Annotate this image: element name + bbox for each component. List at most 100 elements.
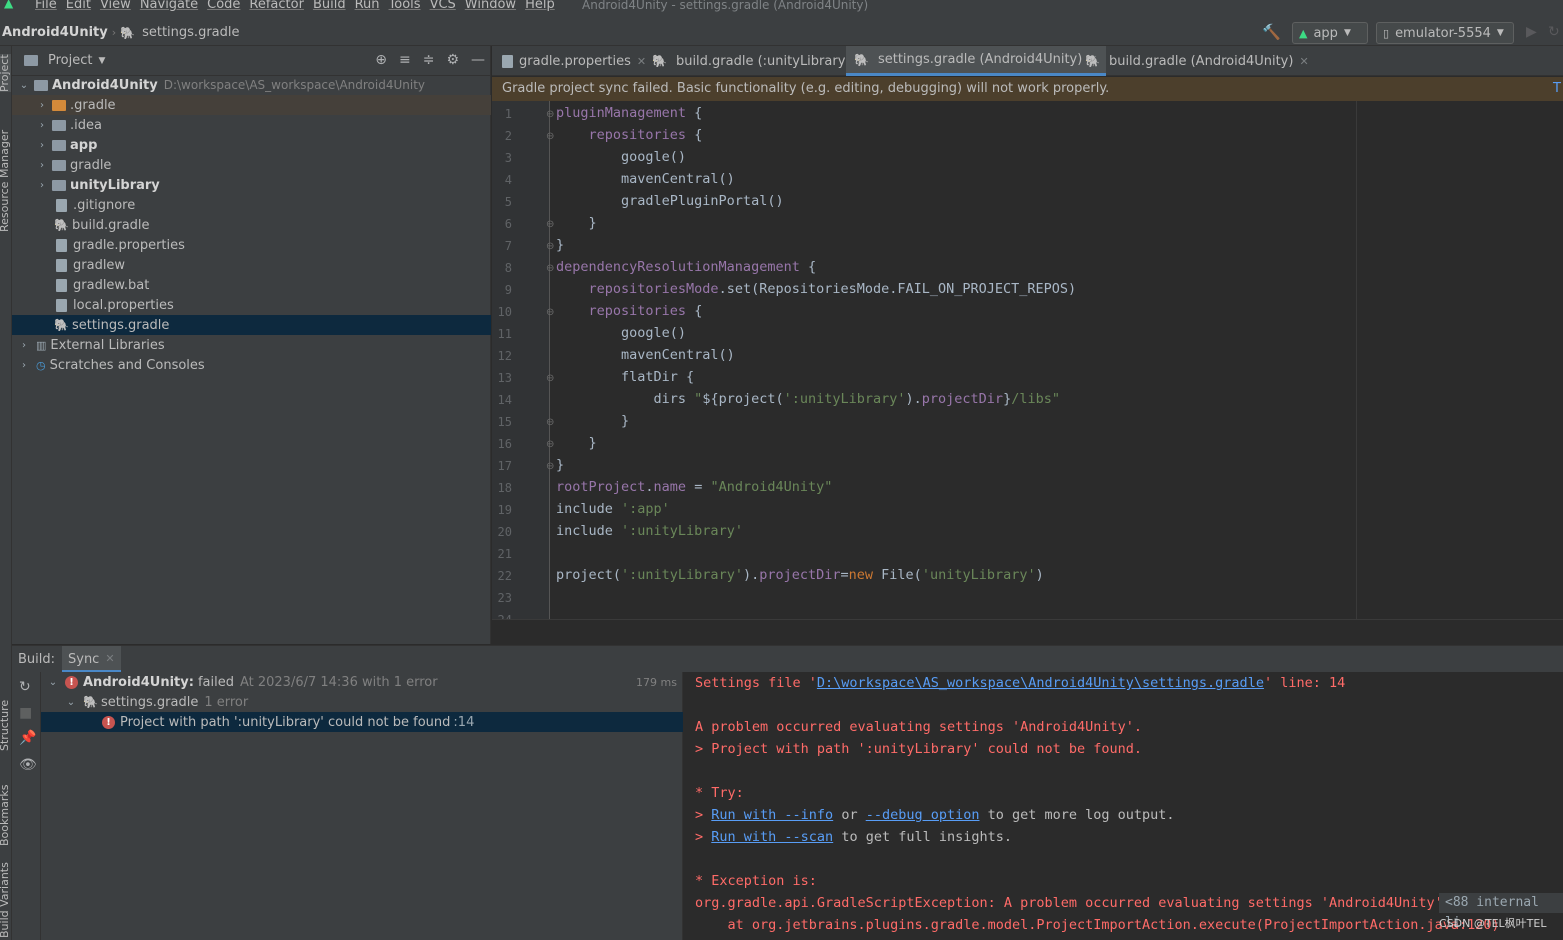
properties-file-icon	[56, 298, 67, 312]
fold-marker-icon[interactable]: ⊖	[546, 131, 554, 142]
fold-marker-icon[interactable]: ⊖	[546, 263, 554, 274]
tab-build-gradle-unitylibrary[interactable]: 🐘 build.gradle (:unityLibrary) ✕	[644, 46, 874, 76]
build-root-row[interactable]: ⌄ ! Android4Unity: failed At 2023/6/7 14…	[41, 672, 683, 692]
debug-option-link[interactable]: --debug option	[866, 807, 980, 823]
chevron-down-icon[interactable]: ⌄	[65, 697, 77, 708]
tree-item-scratches[interactable]: › ◷ Scratches and Consoles	[12, 355, 491, 375]
tree-item-app[interactable]: › app	[12, 135, 491, 155]
tree-item-local-properties[interactable]: local.properties	[12, 295, 491, 315]
settings-file-link[interactable]: D:\workspace\AS_workspace\Android4Unity\…	[817, 675, 1264, 691]
fold-marker-icon[interactable]: ⊖	[546, 241, 554, 252]
tree-item-gradlew-bat[interactable]: gradlew.bat	[12, 275, 491, 295]
locate-target-icon[interactable]: ⊕	[375, 52, 387, 68]
minimize-icon[interactable]: —	[471, 52, 485, 68]
menu-run[interactable]: Run	[355, 0, 380, 12]
run-with-scan-link[interactable]: Run with --scan	[711, 829, 833, 845]
pin-icon[interactable]: 📌	[19, 730, 36, 746]
bookmarks-tool-button[interactable]: Bookmarks	[0, 785, 11, 846]
build-duration: 179 ms	[636, 675, 677, 689]
tree-item-gradle-properties[interactable]: gradle.properties	[12, 235, 491, 255]
chevron-right-icon[interactable]: ›	[36, 140, 48, 151]
build-variants-tool-button[interactable]: Build Variants	[0, 862, 11, 938]
expand-all-icon[interactable]: ≡	[399, 52, 411, 68]
resource-manager-tool-button[interactable]: Resource Manager	[0, 130, 11, 232]
chevron-down-icon: ▼	[98, 55, 106, 66]
run-configuration-select[interactable]: ▲ app ▼	[1292, 22, 1368, 44]
menu-build[interactable]: Build	[313, 0, 346, 12]
banner-action-link[interactable]: T	[1553, 81, 1561, 96]
fold-marker-icon[interactable]: ⊖	[546, 307, 554, 318]
console-line: A problem occurred evaluating settings '…	[695, 719, 1143, 735]
make-project-hammer-icon[interactable]: 🔨	[1262, 23, 1281, 41]
structure-tool-button[interactable]: Structure	[0, 700, 11, 751]
run-play-icon[interactable]: ▶	[1526, 24, 1537, 40]
line-number: 4	[504, 173, 512, 187]
code-line: }	[556, 435, 597, 451]
menu-window[interactable]: Window	[465, 0, 516, 12]
chevron-right-icon[interactable]: ›	[36, 120, 48, 131]
eye-icon[interactable]: 👁	[19, 757, 37, 773]
chevron-right-icon[interactable]: ›	[18, 360, 30, 371]
fold-marker-icon[interactable]: ⊖	[546, 219, 554, 230]
device-select[interactable]: ▯ emulator-5554 ▼	[1376, 22, 1514, 44]
menu-tools[interactable]: Tools	[389, 0, 421, 12]
chevron-right-icon[interactable]: ›	[18, 340, 30, 351]
breadcrumb-project[interactable]: Android4Unity	[2, 25, 108, 40]
tab-sync[interactable]: Sync ✕	[62, 646, 121, 673]
chevron-down-icon[interactable]: ⌄	[18, 80, 30, 91]
code-editor[interactable]: 1 2 3 4 5 6 7 8 9 10 11 12 13 14 15 16 1…	[492, 101, 1563, 619]
tree-item-gradlew[interactable]: gradlew	[12, 255, 491, 275]
build-output-console[interactable]: Settings file 'D:\workspace\AS_workspace…	[684, 672, 1563, 940]
fold-marker-icon[interactable]: ⊖	[546, 373, 554, 384]
internal-lines-fold[interactable]: <88 internal li	[1439, 893, 1563, 930]
menu-vcs[interactable]: VCS	[430, 0, 456, 12]
sync-refresh-icon[interactable]: ↻	[19, 679, 31, 695]
tree-item-gitignore[interactable]: .gitignore	[12, 195, 491, 215]
menu-code[interactable]: Code	[207, 0, 240, 12]
menu-file[interactable]: File	[35, 0, 57, 12]
build-panel-header: Build: Sync ✕	[12, 645, 1563, 673]
gear-icon[interactable]: ⚙	[446, 52, 459, 68]
tree-item-gradle[interactable]: › gradle	[12, 155, 491, 175]
chevron-right-icon[interactable]: ›	[36, 160, 48, 171]
project-view-selector[interactable]: Project ▼	[24, 53, 105, 68]
run-with-info-link[interactable]: Run with --info	[711, 807, 833, 823]
chevron-down-icon[interactable]: ⌄	[47, 677, 59, 688]
editor-horizontal-scroll[interactable]	[492, 619, 1563, 644]
menu-items: File Edit View Navigate Code Refactor Bu…	[35, 0, 555, 12]
tab-gradle-properties[interactable]: gradle.properties ✕	[494, 46, 654, 76]
fold-marker-icon[interactable]: ⊖	[546, 439, 554, 450]
tab-build-gradle-android4unity[interactable]: 🐘 build.gradle (Android4Unity) ✕	[1077, 46, 1317, 76]
project-tool-button[interactable]: Project	[0, 54, 11, 92]
stop-icon[interactable]: ■	[19, 705, 32, 721]
build-file-row[interactable]: ⌄ 🐘 settings.gradle 1 error	[41, 692, 683, 712]
tree-root-project[interactable]: ⌄ Android4Unity D:\workspace\AS_workspac…	[12, 75, 491, 95]
menu-view[interactable]: View	[100, 0, 131, 12]
tree-item-idea[interactable]: › .idea	[12, 115, 491, 135]
breadcrumb-file[interactable]: settings.gradle	[142, 25, 239, 40]
code-line: dirs "${project(':unityLibrary').project…	[556, 391, 1060, 407]
tree-item-build-gradle[interactable]: 🐘 build.gradle	[12, 215, 491, 235]
menu-edit[interactable]: Edit	[66, 0, 91, 12]
library-bars-icon: ▥	[36, 338, 47, 352]
tree-item-settings-gradle[interactable]: 🐘 settings.gradle	[12, 315, 491, 335]
console-line: org.gradle.api.GradleScriptException: A …	[695, 895, 1451, 911]
collapse-all-icon[interactable]: ≑	[423, 52, 435, 68]
menu-refactor[interactable]: Refactor	[249, 0, 304, 12]
tree-item-unitylibrary[interactable]: › unityLibrary	[12, 175, 491, 195]
tab-settings-gradle[interactable]: 🐘 settings.gradle (Android4Unity) ✕	[846, 46, 1106, 76]
fold-marker-icon[interactable]: ⊖	[546, 109, 554, 120]
menu-navigate[interactable]: Navigate	[140, 0, 198, 12]
chevron-right-icon[interactable]: ›	[36, 100, 48, 111]
tree-item-external-libraries[interactable]: › ▥ External Libraries	[12, 335, 491, 355]
fold-marker-icon[interactable]: ⊖	[546, 461, 554, 472]
tree-item-dot-gradle[interactable]: › .gradle	[12, 95, 491, 115]
close-icon[interactable]: ✕	[105, 652, 114, 670]
menu-help[interactable]: Help	[525, 0, 555, 12]
menu-bar: ▲ File Edit View Navigate Code Refactor …	[0, 0, 1563, 12]
apply-changes-icon[interactable]: ↻	[1548, 24, 1560, 40]
build-error-row[interactable]: ! Project with path ':unityLibrary' coul…	[41, 712, 683, 732]
chevron-right-icon[interactable]: ›	[36, 180, 48, 191]
close-icon[interactable]: ✕	[1299, 55, 1308, 68]
fold-marker-icon[interactable]: ⊖	[546, 417, 554, 428]
